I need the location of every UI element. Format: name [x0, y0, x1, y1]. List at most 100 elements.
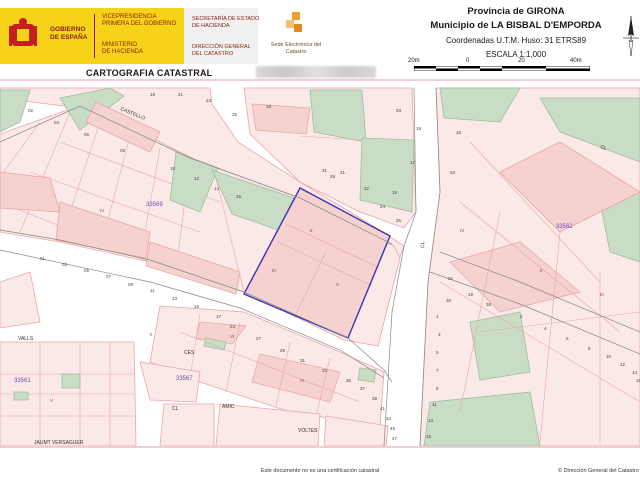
street-number: 27 [256, 336, 262, 341]
lot-code: V [50, 398, 53, 403]
street-label: CES [184, 350, 195, 356]
street-number: 04 [450, 170, 456, 175]
street-number: 09 [128, 282, 134, 287]
street-number: 13 [172, 296, 178, 301]
street-number: 47 [392, 436, 398, 441]
street-number: 16 [636, 378, 640, 383]
lot-code: III [600, 292, 604, 297]
street-number: 03 [62, 262, 68, 267]
street-number: 15 [392, 190, 398, 195]
polygon-label: 33562 [556, 224, 573, 230]
street-number: 45 [390, 426, 396, 431]
scale-tick-label: 40m [570, 58, 582, 64]
street-number: 21 [340, 170, 346, 175]
street-number: 18 [150, 92, 156, 97]
footer-line [0, 446, 640, 448]
green-area [357, 367, 377, 383]
title-bar-line [0, 79, 640, 81]
street-number: 19 [266, 104, 272, 109]
vicepresidencia-text: VICEPRESIDENCIA PRIMERA DEL GOBIERNO [102, 14, 177, 27]
ministerio-text: MINISTERIO DE HACIENDA [102, 42, 144, 55]
lot-code: IV [460, 228, 464, 233]
sede-logo-icon [284, 12, 304, 36]
street-number: 38 [486, 302, 492, 307]
street-number: 11 [432, 402, 437, 407]
redacted-reference [256, 66, 376, 78]
footer-copyright: © Dirección General del Catastro [558, 468, 639, 474]
street-number: 41 [380, 406, 386, 411]
lot-code: IV [300, 378, 304, 383]
street-number: 31 [322, 168, 328, 173]
lot-code: V [336, 282, 339, 287]
direccion-text: DIRECCIÓN GENERAL DEL CATASTRO [192, 44, 251, 57]
scale-bar: 20m 0 20 40m [400, 58, 600, 72]
lot-code: II [310, 228, 313, 233]
street-label: VOLTES [298, 428, 318, 434]
street-number: 11 [150, 288, 155, 293]
escudo-icon [8, 16, 38, 52]
lot-code: VI [230, 334, 234, 339]
lot-code: IV [100, 208, 104, 213]
street-number: 05 [84, 268, 90, 273]
north-arrow-icon [622, 14, 640, 58]
street-number: 14 [632, 370, 638, 375]
scale-tick-label: 0 [466, 58, 470, 64]
cadastral-map[interactable]: 33569 33562 33567 33561 CASTELLO CL CES VALLS JA… [0, 82, 640, 446]
scale-tick-label: 20 [518, 58, 525, 64]
street-number: 33 [322, 368, 328, 373]
street-number: 30 [446, 298, 452, 303]
map-canvas[interactable]: 33569335623356733561CASTELLOCLCESVALLSJA… [0, 82, 640, 446]
street-number: 10 [170, 166, 176, 171]
street-number: 15 [426, 434, 432, 439]
street-number: 07 [106, 274, 112, 279]
lot-code: II [540, 268, 543, 273]
street-number: 08 [120, 148, 126, 153]
street-number: 21 [178, 92, 184, 97]
green-area [13, 391, 29, 401]
scale-tick-label: 20m [408, 58, 420, 64]
lot-code: III [272, 268, 276, 273]
gobierno-text: GOBIERNO DE ESPAÑA [50, 26, 88, 41]
street-number: 35 [346, 378, 352, 383]
footer-notice: Este documento no es una certificación c… [260, 468, 380, 474]
building-area [251, 103, 311, 135]
street-number: 29 [280, 348, 286, 353]
provincia-title: Provincia de GIRONA [467, 6, 565, 17]
street-label: CL [172, 406, 179, 412]
street-number: 03 [396, 108, 402, 113]
municipio-title: Municipio de LA BISBAL D'EMPORDA [430, 20, 602, 31]
gobierno-divider [94, 14, 95, 58]
street-number: 25 [232, 112, 238, 117]
polygon-label: 33569 [146, 202, 163, 208]
street-number: 37 [360, 386, 366, 391]
street-number: 24 [380, 204, 386, 209]
street-number: 28 [330, 174, 336, 179]
street-number: 14 [214, 186, 220, 191]
sede-text: Sede Electrónica del Catastro [270, 42, 322, 55]
green-area [359, 137, 415, 213]
parcel-block-small [159, 403, 215, 446]
street-number: 06 [84, 132, 90, 137]
street-number: 17 [216, 314, 222, 319]
street-number: 01 [40, 256, 46, 261]
street-label: CL [420, 241, 426, 248]
street-number: 04 [54, 120, 60, 125]
street-number: 10 [606, 354, 612, 359]
polygon-label: 33561 [14, 378, 31, 384]
street-number: 02 [28, 108, 34, 113]
street-number: 43 [386, 416, 392, 421]
street-number: 19 [416, 126, 422, 131]
street-number: 22 [364, 186, 370, 191]
street-number: 16 [236, 194, 242, 199]
lot-code: II [150, 332, 153, 337]
street-number: 16 [456, 130, 462, 135]
secretaria-text: SECRETARÍA DE ESTADO DE HACIENDA [192, 16, 260, 29]
street-label: AMIC [222, 404, 235, 410]
green-area [469, 311, 531, 381]
street-number: 23 [206, 98, 212, 103]
street-number: 31 [300, 358, 306, 363]
street-number: 12 [620, 362, 626, 367]
polygon-label: 33567 [176, 376, 193, 382]
street-number: 26 [396, 218, 402, 223]
street-number: 01 [448, 276, 454, 281]
